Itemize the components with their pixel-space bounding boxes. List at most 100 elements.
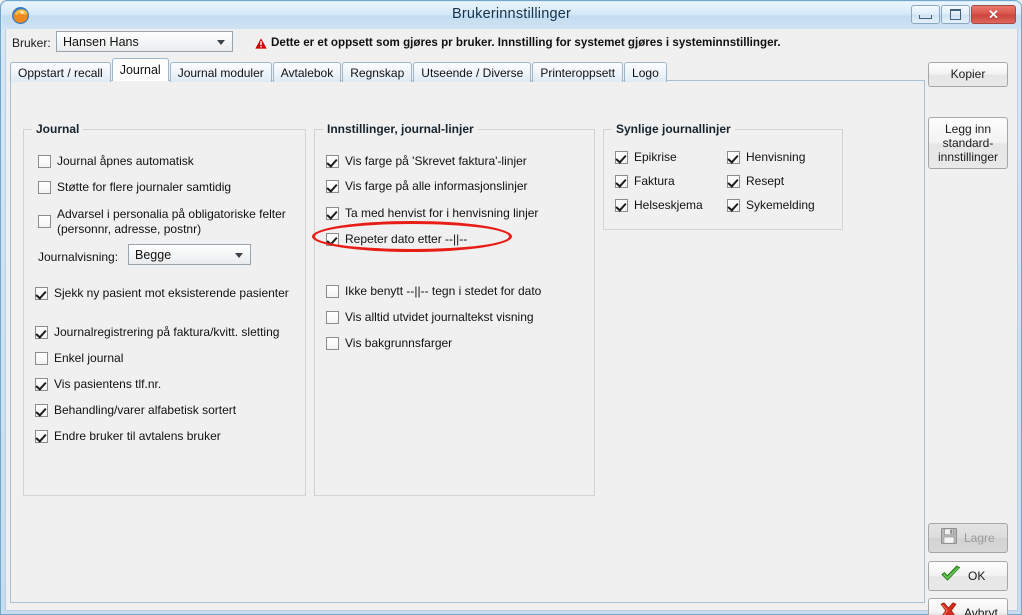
- journalvisning-label: Journalvisning:: [38, 250, 119, 264]
- checkbox-faktura[interactable]: Faktura: [615, 174, 675, 189]
- tab-label: Avtalebok: [280, 65, 334, 80]
- checkbox-box: [326, 155, 339, 168]
- legg-inn-standardinnstillinger-button[interactable]: Legg inn standard-innstillinger: [928, 117, 1008, 169]
- tab-avtalebok[interactable]: Avtalebok: [272, 62, 342, 82]
- chevron-down-icon: [217, 39, 225, 45]
- checkbox-box: [727, 199, 740, 212]
- brukerinnstillinger-window: Brukerinnstillinger ✕ Bruker: Hansen Han…: [0, 0, 1022, 615]
- checkbox-sjekk-ny-pasient[interactable]: Sjekk ny pasient mot eksisterende pasien…: [35, 286, 289, 301]
- checkbox-resept[interactable]: Resept: [727, 174, 784, 189]
- maximize-icon: [950, 9, 961, 20]
- checkbox-vis-pasientens-tlf[interactable]: Vis pasientens tlf.nr.: [35, 377, 161, 392]
- checkbox-label: Vis pasientens tlf.nr.: [54, 377, 162, 391]
- journal-tab-panel: Journal Journal åpnes automatisk Støtte …: [10, 80, 925, 603]
- checkbox-henvisning[interactable]: Henvisning: [727, 150, 805, 165]
- warning-banner: Dette er et oppsett som gjøres pr bruker…: [255, 36, 781, 49]
- tab-logo[interactable]: Logo: [624, 62, 667, 82]
- checkbox-sykemelding[interactable]: Sykemelding: [727, 198, 815, 213]
- tab-strip: Oppstart / recall Journal Journal moduler A…: [10, 58, 668, 82]
- checkbox-box: [326, 311, 339, 324]
- tab-utseende-diverse[interactable]: Utseende / Diverse: [413, 62, 532, 82]
- checkbox-label: Journalregistrering på faktura/kvitt. sl…: [54, 325, 280, 339]
- journalvisning-select[interactable]: Begge: [128, 244, 251, 265]
- checkbox-label: Vis farge på 'Skrevet faktura'-linjer: [345, 154, 527, 168]
- checkbox-vis-bakgrunnsfarger[interactable]: Vis bakgrunnsfarger: [326, 336, 452, 351]
- window-frame: Brukerinnstillinger ✕ Bruker: Hansen Han…: [0, 0, 1022, 615]
- tab-regnskap[interactable]: Regnskap: [342, 62, 413, 82]
- minimize-button[interactable]: [911, 5, 940, 24]
- synlige-journallinjer-groupbox: Synlige journallinjer Epikrise Faktura H…: [603, 122, 843, 230]
- bruker-select[interactable]: Hansen Hans: [56, 31, 233, 52]
- checkbox-journalregistrering-sletting[interactable]: Journalregistrering på faktura/kvitt. sl…: [35, 325, 279, 340]
- checkbox-box: [326, 180, 339, 193]
- checkbox-box: [38, 215, 51, 229]
- checkbox-ikke-benytt-tegn[interactable]: Ikke benytt --||-- tegn i stedet for dat…: [326, 284, 541, 299]
- checkbox-journal-apnes-automatisk[interactable]: Journal åpnes automatisk: [38, 154, 194, 169]
- bruker-select-value: Hansen Hans: [63, 34, 139, 49]
- checkbox-ta-med-henvist-for[interactable]: Ta med henvist for i henvisning linjer: [326, 206, 538, 221]
- checkbox-box: [38, 181, 51, 194]
- checkbox-advarsel-personalia[interactable]: Advarsel i personalia på obligatoriske f…: [38, 207, 286, 236]
- warning-triangle-icon: [255, 36, 267, 49]
- checkbox-label: Vis alltid utvidet journaltekst visning: [345, 310, 534, 324]
- checkbox-label: Helseskjema: [634, 198, 703, 212]
- checkbox-vis-alltid-utvidet-journaltekst[interactable]: Vis alltid utvidet journaltekst visning: [326, 310, 534, 325]
- checkbox-epikrise[interactable]: Epikrise: [615, 150, 677, 165]
- checkbox-label: Endre bruker til avtalens bruker: [54, 429, 221, 443]
- checkbox-label: Repeter dato etter --||--: [345, 232, 468, 246]
- synlige-groupbox-title: Synlige journallinjer: [612, 122, 735, 136]
- cancel-x-icon: [938, 602, 959, 615]
- lagre-button[interactable]: Lagre: [928, 523, 1008, 553]
- checkbox-label: Behandling/varer alfabetisk sortert: [54, 403, 237, 417]
- legg-inn-standardinnstillinger-label: Legg inn standard-innstillinger: [937, 121, 999, 165]
- tab-label: Journal moduler: [177, 65, 264, 80]
- close-button[interactable]: ✕: [971, 5, 1016, 24]
- chevron-down-icon: [235, 252, 243, 258]
- tab-label: Journal: [119, 63, 161, 77]
- warning-text: Dette er et oppsett som gjøres pr bruker…: [271, 36, 781, 49]
- checkbox-box: [35, 352, 48, 365]
- tab-oppstart-recall[interactable]: Oppstart / recall: [10, 62, 111, 82]
- tab-journal[interactable]: Journal: [111, 58, 169, 81]
- checkbox-vis-farge-skrevet-faktura[interactable]: Vis farge på 'Skrevet faktura'-linjer: [326, 154, 527, 169]
- checkbox-box: [727, 151, 740, 164]
- checkbox-label: Ta med henvist for i henvisning linjer: [345, 206, 539, 220]
- checkbox-box: [35, 326, 48, 339]
- journal-groupbox-title: Journal: [32, 122, 84, 136]
- checkbox-box: [727, 175, 740, 188]
- maximize-button[interactable]: [941, 5, 970, 24]
- checkbox-endre-bruker-avtalens[interactable]: Endre bruker til avtalens bruker: [35, 429, 221, 444]
- avbryt-button-label: Avbryt: [964, 605, 998, 615]
- checkbox-box: [326, 337, 339, 350]
- checkbox-box: [615, 199, 628, 212]
- checkbox-behandling-varer-alfabetisk[interactable]: Behandling/varer alfabetisk sortert: [35, 403, 236, 418]
- kopier-button[interactable]: Kopier: [928, 62, 1008, 87]
- checkbox-label: Ikke benytt --||-- tegn i stedet for dat…: [345, 284, 542, 298]
- checkbox-helseskjema[interactable]: Helseskjema: [615, 198, 703, 213]
- checkbox-label: Faktura: [634, 174, 675, 188]
- save-disk-icon: [940, 527, 958, 548]
- checkbox-box: [38, 155, 51, 168]
- tab-label: Oppstart / recall: [18, 65, 103, 80]
- checkbox-label: Henvisning: [746, 150, 806, 164]
- checkbox-label: Advarsel i personalia på obligatoriske f…: [57, 207, 286, 236]
- checkbox-label: Resept: [746, 174, 785, 188]
- checkbox-vis-farge-alle-informasjonslinjer[interactable]: Vis farge på alle informasjonslinjer: [326, 179, 528, 194]
- checkbox-repeter-dato-etter[interactable]: Repeter dato etter --||--: [326, 232, 467, 247]
- title-bar: Brukerinnstillinger ✕: [2, 2, 1021, 29]
- window-title: Brukerinnstillinger: [451, 6, 572, 22]
- checkmark-icon: [940, 565, 962, 586]
- minimize-icon: [919, 15, 932, 19]
- tab-printeroppsett[interactable]: Printeroppsett: [532, 62, 624, 82]
- checkbox-label: Sykemelding: [746, 198, 815, 212]
- close-icon: ✕: [988, 7, 999, 22]
- checkbox-stotte-flere-journaler[interactable]: Støtte for flere journaler samtidig: [38, 180, 231, 195]
- journal-groupbox: Journal Journal åpnes automatisk Støtte …: [23, 122, 306, 496]
- avbryt-button[interactable]: Avbryt: [928, 598, 1008, 615]
- tab-journal-moduler[interactable]: Journal moduler: [169, 62, 272, 82]
- ok-button[interactable]: OK: [928, 561, 1008, 591]
- checkbox-label: Epikrise: [634, 150, 677, 164]
- checkbox-label: Journal åpnes automatisk: [57, 154, 194, 168]
- checkbox-label: Vis bakgrunnsfarger: [345, 336, 453, 350]
- checkbox-enkel-journal[interactable]: Enkel journal: [35, 351, 123, 366]
